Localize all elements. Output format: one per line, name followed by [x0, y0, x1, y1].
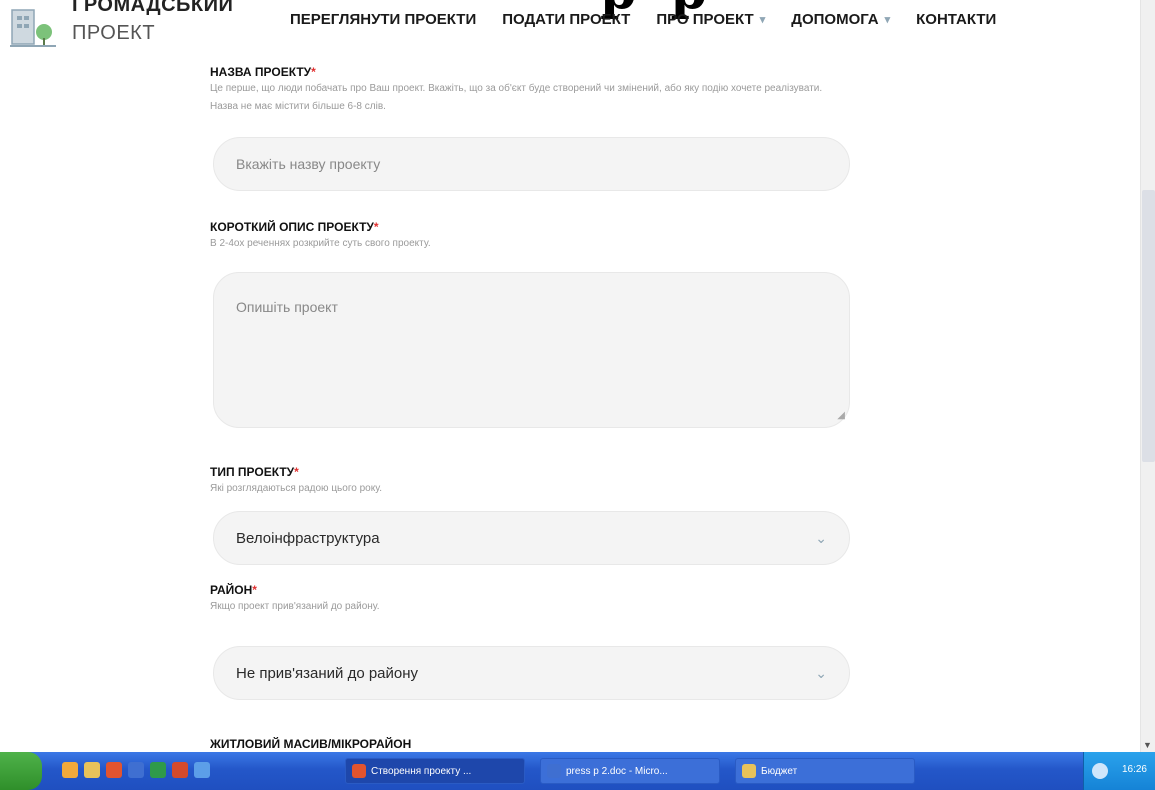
app-icon[interactable] [194, 762, 210, 778]
field-label: ТИП ПРОЕКТУ* [210, 465, 860, 479]
browser-icon[interactable] [106, 762, 122, 778]
browser-icon [352, 764, 366, 778]
label-text: РАЙОН [210, 583, 253, 597]
browser-page: ГРОМАДСЬКИЙ ПРОЕКТ р р ПЕРЕГЛЯНУТИ ПРОЕК… [0, 0, 1155, 790]
task-label: press p 2.doc - Micro... [566, 765, 668, 777]
field-microdistrict: ЖИТЛОВИЙ МАСИВ/МІКРОРАЙОН [210, 737, 860, 751]
word-icon [547, 764, 561, 778]
required-mark: * [373, 220, 379, 234]
select-value: Велоінфраструктура [236, 529, 380, 547]
label-text: ТИП ПРОЕКТУ [210, 465, 295, 479]
quick-launch [62, 762, 210, 778]
field-label: РАЙОН* [210, 583, 860, 597]
taskbar-item-word[interactable]: press p 2.doc - Micro... [540, 758, 720, 784]
nav-submit-project[interactable]: ПОДАТИ ПРОЕКТ [502, 11, 630, 28]
scrollbar-thumb[interactable] [1142, 190, 1155, 462]
taskbar-item-folder[interactable]: Бюджет [735, 758, 915, 784]
clock[interactable]: 16:26 [1122, 764, 1147, 775]
required-mark: * [294, 465, 299, 479]
windows-taskbar: Створення проекту ... press p 2.doc - Mi… [0, 752, 1155, 790]
site-header: ГРОМАДСЬКИЙ ПРОЕКТ р р ПЕРЕГЛЯНУТИ ПРОЕК… [0, 0, 1140, 52]
nav-view-projects[interactable]: ПЕРЕГЛЯНУТИ ПРОЕКТИ [290, 11, 476, 28]
select-value: Не прив'язаний до району [236, 664, 419, 682]
chevron-down-icon: ⌄ [815, 665, 827, 681]
district-select[interactable]: Не прив'язаний до району ⌄ [213, 646, 850, 700]
folder-icon[interactable] [84, 762, 100, 778]
project-name-input[interactable]: Вкажіть назву проекту [213, 137, 850, 191]
project-description-textarea[interactable]: Опишіть проект ◢ [213, 272, 850, 428]
project-type-select[interactable]: Велоінфраструктура ⌄ [213, 511, 850, 565]
field-label: ЖИТЛОВИЙ МАСИВ/МІКРОРАЙОН [210, 737, 412, 751]
chevron-down-icon: ▾ [759, 14, 766, 26]
label-text: НАЗВА ПРОЕКТУ [210, 65, 312, 79]
textarea-placeholder: Опишіть проект [236, 299, 338, 315]
logo-house-icon[interactable] [10, 8, 56, 48]
field-hint: Це перше, що люди побачать про Ваш проек… [210, 83, 823, 112]
field-hint: В 2-4ох реченнях розкрийте суть свого пр… [210, 238, 431, 249]
nav-label: ПОДАТИ ПРОЕКТ [502, 11, 631, 28]
field-hint: Якщо проект прив'язаний до району. [210, 601, 380, 612]
field-project-type: ТИП ПРОЕКТУ* Які розглядаються радою цьо… [210, 465, 860, 565]
task-label: Створення проекту ... [371, 765, 472, 777]
word-icon[interactable] [128, 762, 144, 778]
powerpoint-icon[interactable] [172, 762, 188, 778]
tray-icon[interactable] [1092, 763, 1108, 779]
nav-about-project[interactable]: ПРО ПРОЕКТ ▾ [656, 11, 765, 28]
field-hint: Які розглядаються радою цього року. [210, 483, 382, 494]
chevron-down-icon: ▾ [884, 14, 891, 26]
nav-label: КОНТАКТИ [916, 11, 997, 28]
excel-icon[interactable] [150, 762, 166, 778]
nav-contacts[interactable]: КОНТАКТИ [916, 11, 996, 28]
field-label: КОРОТКИЙ ОПИС ПРОЕКТУ* [210, 220, 860, 234]
logo-text-line2[interactable]: ПРОЕКТ [72, 22, 155, 45]
vertical-scrollbar[interactable]: ▼ [1140, 0, 1155, 752]
nav-help[interactable]: ДОПОМОГА ▾ [791, 11, 890, 28]
nav-label: ДОПОМОГА [791, 11, 879, 28]
logo-text-line1[interactable]: ГРОМАДСЬКИЙ [72, 0, 233, 17]
start-button[interactable] [0, 752, 42, 790]
taskbar-item-browser[interactable]: Створення проекту ... [345, 758, 525, 784]
system-tray: 16:26 [1083, 752, 1155, 790]
required-mark: * [311, 65, 316, 79]
field-project-name: НАЗВА ПРОЕКТУ* Це перше, що люди побачат… [210, 65, 860, 191]
field-project-description: КОРОТКИЙ ОПИС ПРОЕКТУ* В 2-4ох реченнях … [210, 220, 860, 428]
resize-handle-icon[interactable]: ◢ [837, 410, 845, 421]
task-label: Бюджет [761, 765, 798, 777]
main-nav: ПЕРЕГЛЯНУТИ ПРОЕКТИ ПОДАТИ ПРОЕКТ ПРО ПР… [290, 11, 996, 28]
label-text: КОРОТКИЙ ОПИС ПРОЕКТУ [210, 220, 374, 234]
quick-launch-icon[interactable] [62, 762, 78, 778]
field-district: РАЙОН* Якщо проект прив'язаний до району… [210, 583, 860, 700]
nav-label: ПЕРЕГЛЯНУТИ ПРОЕКТИ [290, 11, 477, 28]
required-mark: * [252, 583, 257, 597]
scroll-down-arrow-icon[interactable]: ▼ [1143, 740, 1152, 750]
folder-icon [742, 764, 756, 778]
chevron-down-icon: ⌄ [815, 530, 827, 546]
field-label: НАЗВА ПРОЕКТУ* [210, 65, 860, 79]
nav-label: ПРО ПРОЕКТ [656, 11, 754, 28]
